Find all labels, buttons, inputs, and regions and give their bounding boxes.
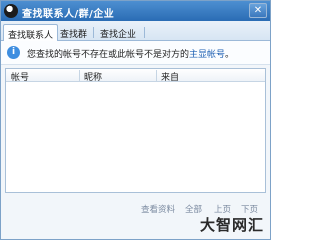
info-suffix: 。 — [225, 50, 235, 60]
column-divider[interactable] — [79, 70, 80, 81]
tab-find-contacts[interactable]: 查找联系人 — [3, 24, 59, 42]
table-header: 帐号 昵称 来自 — [6, 69, 265, 83]
tab-find-enterprise[interactable]: 查找企业 — [96, 24, 140, 41]
column-header-nickname[interactable]: 昵称 — [84, 70, 102, 83]
tab-divider — [93, 27, 94, 38]
info-text: 您查找的帐号不存在或此帐号不是对方的 — [27, 50, 190, 60]
results-table[interactable]: 帐号 昵称 来自 — [5, 68, 266, 193]
column-header-account[interactable]: 帐号 — [11, 70, 29, 83]
info-message: 您查找的帐号不存在或此帐号不是对方的主显帐号。 — [27, 47, 234, 60]
qq-penguin-icon — [4, 4, 18, 18]
column-divider[interactable] — [156, 70, 157, 81]
tab-divider — [144, 27, 145, 38]
tab-bar: 查找联系人 查找群 查找企业 — [1, 21, 270, 42]
title-bar[interactable]: 查找联系人/群/企业 ✕ — [1, 1, 270, 21]
primary-account-link[interactable]: 主显帐号 — [189, 50, 225, 60]
watermark-logo: 大智网汇 — [200, 216, 265, 234]
column-header-from[interactable]: 来自 — [161, 70, 179, 83]
view-profile-link[interactable]: 查看资料 — [141, 203, 175, 215]
close-button[interactable]: ✕ — [249, 3, 267, 18]
info-bar: i 您查找的帐号不存在或此帐号不是对方的主显帐号。 — [1, 41, 270, 65]
find-dialog: 查找联系人/群/企业 ✕ 查找联系人 查找群 查找企业 i 您查找的帐号不存在或… — [0, 0, 271, 240]
tab-find-groups[interactable]: 查找群 — [56, 24, 91, 41]
info-icon: i — [7, 46, 20, 59]
window-title: 查找联系人/群/企业 — [22, 9, 115, 20]
